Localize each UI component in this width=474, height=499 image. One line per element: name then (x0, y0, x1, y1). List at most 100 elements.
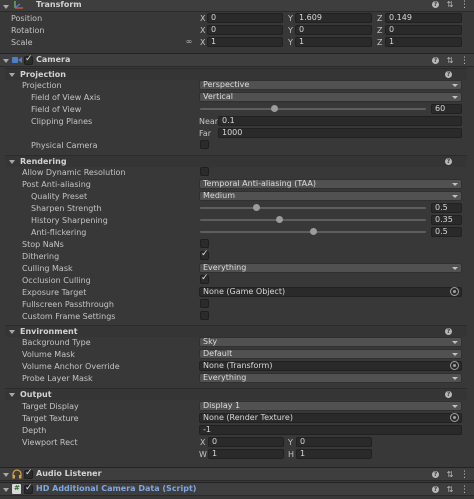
link-icon[interactable]: ∞ (185, 38, 193, 46)
scale-x-axis[interactable]: X (200, 38, 205, 47)
target-texture-field[interactable]: None (Render Texture) (199, 413, 462, 423)
rotation-y-field[interactable]: 0 (295, 25, 372, 35)
help-icon[interactable]: ? (445, 328, 452, 335)
foldout-arrow-icon[interactable] (9, 73, 15, 77)
position-y-field[interactable]: 1.609 (295, 13, 372, 23)
transform-header[interactable]: Transform ? ⇅ ⋮ (0, 0, 474, 12)
foldout-arrow-icon[interactable] (9, 393, 15, 397)
chevron-down-icon (452, 377, 458, 380)
far-field[interactable]: 1000 (218, 128, 462, 138)
audio-listener-header[interactable]: Audio Listener ? ⇅ ⋮ (0, 467, 474, 481)
scale-y-field[interactable]: 1 (295, 37, 372, 47)
fov-field[interactable]: 60 (431, 104, 462, 114)
object-picker-icon[interactable] (450, 413, 459, 422)
hd-camera-enabled-checkbox[interactable] (24, 483, 33, 494)
quality-preset-dropdown[interactable]: Medium (199, 191, 462, 201)
background-type-dropdown[interactable]: Sky (199, 337, 462, 347)
scale-y-axis[interactable]: Y (288, 38, 293, 47)
viewport-h-field[interactable]: 1 (296, 449, 372, 459)
preset-icon[interactable]: ⇅ (446, 57, 454, 65)
fullscreen-passthrough-checkbox[interactable] (200, 299, 209, 308)
slider-thumb[interactable] (253, 204, 260, 211)
foldout-arrow-icon[interactable] (9, 330, 15, 334)
target-display-dropdown[interactable]: Display 1 (199, 401, 462, 411)
viewport-x-field[interactable]: 0 (208, 437, 284, 447)
preset-icon[interactable]: ⇅ (446, 486, 454, 494)
help-icon[interactable]: ? (432, 57, 439, 64)
slider-thumb[interactable] (271, 105, 279, 112)
scale-x-field[interactable]: 1 (207, 37, 283, 47)
preset-icon[interactable]: ⇅ (446, 1, 454, 9)
help-icon[interactable]: ? (445, 71, 452, 78)
camera-enabled-checkbox[interactable] (24, 54, 33, 65)
viewport-w-field[interactable]: 1 (208, 449, 284, 459)
context-menu-icon[interactable]: ⋮ (460, 471, 469, 480)
position-y-axis[interactable]: Y (288, 14, 293, 23)
environment-section-header[interactable]: Environment ? (5, 325, 467, 337)
foldout-arrow-icon[interactable] (9, 160, 15, 164)
fov-slider[interactable] (200, 105, 426, 112)
stop-nans-checkbox[interactable] (200, 239, 209, 248)
anti-flickering-slider[interactable] (200, 228, 426, 235)
object-picker-icon[interactable] (450, 287, 459, 296)
rotation-x-field[interactable]: 0 (207, 25, 283, 35)
position-z-field[interactable]: 0.149 (385, 13, 462, 23)
rotation-z-field[interactable]: 0 (385, 25, 462, 35)
near-field[interactable]: 0.1 (218, 116, 462, 126)
context-menu-icon[interactable]: ⋮ (460, 57, 469, 66)
viewport-h-axis[interactable]: H (288, 450, 294, 459)
volume-anchor-field[interactable]: None (Transform) (199, 361, 462, 371)
scale-z-axis[interactable]: Z (377, 38, 382, 47)
occlusion-culling-checkbox[interactable] (200, 273, 209, 284)
hd-camera-data-header[interactable]: # HD Additional Camera Data (Script) ? ⇅… (0, 482, 474, 496)
context-menu-icon[interactable]: ⋮ (460, 486, 469, 495)
custom-frame-settings-checkbox[interactable] (200, 311, 209, 320)
foldout-arrow-icon[interactable] (3, 59, 9, 63)
object-picker-icon[interactable] (450, 361, 459, 370)
volume-mask-dropdown[interactable]: Default (199, 349, 462, 359)
culling-mask-dropdown[interactable]: Everything (199, 263, 462, 273)
foldout-arrow-icon[interactable] (3, 488, 9, 492)
history-sharpening-field[interactable]: 0.35 (431, 215, 462, 225)
help-icon[interactable]: ? (445, 391, 452, 398)
preset-icon[interactable]: ⇅ (446, 471, 454, 479)
viewport-x-axis[interactable]: X (200, 438, 205, 447)
rotation-z-axis[interactable]: Z (377, 26, 382, 35)
scale-z-field[interactable]: 1 (385, 37, 462, 47)
position-x-field[interactable]: 0 (207, 13, 283, 23)
context-menu-icon[interactable]: ⋮ (460, 1, 469, 10)
audio-listener-enabled-checkbox[interactable] (24, 468, 33, 479)
exposure-target-field[interactable]: None (Game Object) (199, 287, 462, 297)
viewport-y-axis[interactable]: Y (288, 438, 293, 447)
position-x-axis[interactable]: X (200, 14, 205, 23)
projection-dropdown[interactable]: Perspective (199, 80, 462, 90)
rendering-section-header[interactable]: Rendering ? (5, 155, 467, 167)
physical-camera-checkbox[interactable] (200, 140, 209, 149)
help-icon[interactable]: ? (445, 158, 452, 165)
fov-axis-dropdown[interactable]: Vertical (199, 92, 462, 102)
sharpen-field[interactable]: 0.5 (431, 203, 462, 213)
dithering-checkbox[interactable] (200, 249, 209, 260)
slider-thumb[interactable] (309, 228, 317, 235)
viewport-w-axis[interactable]: W (199, 450, 207, 459)
camera-header[interactable]: Camera ? ⇅ ⋮ (0, 53, 474, 67)
foldout-arrow-icon[interactable] (3, 5, 9, 9)
dynamic-resolution-checkbox[interactable] (200, 167, 209, 176)
rotation-x-axis[interactable]: X (200, 26, 205, 35)
depth-field[interactable]: -1 (199, 425, 462, 435)
output-section-header[interactable]: Output ? (5, 388, 467, 400)
position-z-axis[interactable]: Z (377, 14, 382, 23)
sharpen-slider[interactable] (200, 204, 426, 211)
help-icon[interactable]: ? (432, 486, 439, 493)
help-icon[interactable]: ? (432, 1, 439, 8)
probe-layer-mask-dropdown[interactable]: Everything (199, 373, 462, 383)
post-aa-dropdown[interactable]: Temporal Anti-aliasing (TAA) (199, 179, 462, 189)
projection-section-header[interactable]: Projection ? (5, 68, 467, 80)
slider-thumb[interactable] (275, 216, 283, 223)
help-icon[interactable]: ? (432, 471, 439, 478)
rotation-y-axis[interactable]: Y (288, 26, 293, 35)
viewport-y-field[interactable]: 0 (296, 437, 372, 447)
anti-flickering-field[interactable]: 0.5 (431, 227, 462, 237)
foldout-arrow-icon[interactable] (3, 473, 9, 477)
history-sharpening-slider[interactable] (200, 216, 426, 223)
